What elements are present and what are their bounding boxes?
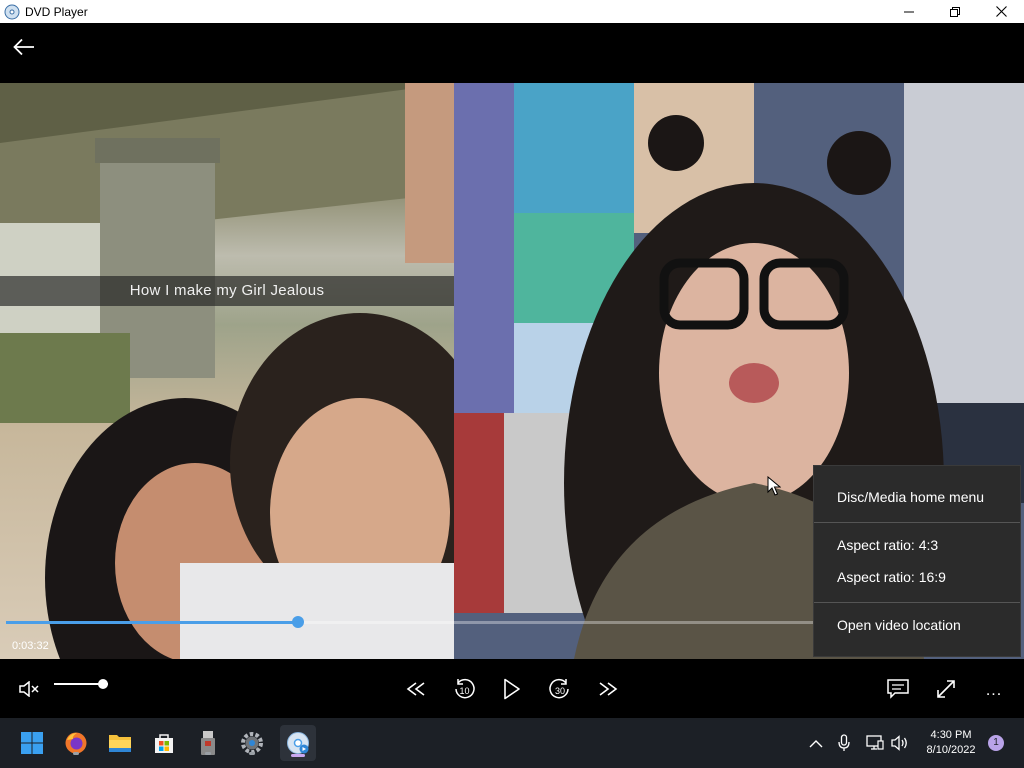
more-button[interactable]: ...	[976, 671, 1012, 707]
elapsed-time: 0:03:32	[12, 640, 49, 652]
rewind-10-label: 10	[459, 686, 469, 696]
taskbar-file-explorer[interactable]	[104, 727, 136, 759]
video-left-scene	[0, 83, 454, 659]
windows-start-icon	[21, 732, 43, 754]
back-arrow-icon	[13, 38, 34, 56]
subtitles-button[interactable]	[880, 671, 916, 707]
window-title: DVD Player	[25, 4, 88, 19]
fullscreen-icon	[937, 680, 955, 698]
active-indicator	[291, 754, 305, 757]
speaker-icon	[891, 735, 907, 751]
taskbar-store[interactable]	[148, 727, 180, 759]
fullscreen-button[interactable]	[928, 671, 964, 707]
forward-30-icon: 30	[549, 678, 569, 699]
notification-badge[interactable]: 1	[988, 735, 1004, 751]
player-header	[0, 23, 1024, 83]
menu-item-aspect-16-9[interactable]: Aspect ratio: 16:9	[814, 561, 1020, 593]
video-caption: How I make my Girl Jealous	[129, 282, 325, 299]
subtitles-icon	[887, 679, 909, 699]
network-icon	[866, 735, 884, 750]
forward-30-label: 30	[555, 686, 565, 696]
close-icon	[995, 6, 1007, 17]
running-indicator	[249, 752, 255, 755]
tray-volume[interactable]	[884, 727, 916, 759]
menu-separator	[814, 522, 1020, 523]
playback-controls: 10 30 ...	[0, 659, 1024, 718]
video-frame[interactable]: How I make my Girl Jealous 0:03:32 Disc/…	[0, 83, 1024, 659]
restore-button[interactable]	[932, 0, 978, 23]
more-icon: ...	[985, 682, 1003, 699]
tray-microphone[interactable]	[828, 727, 860, 759]
menu-item-home-menu[interactable]: Disc/Media home menu	[814, 481, 1020, 513]
start-button[interactable]	[16, 727, 48, 759]
taskbar-settings[interactable]	[236, 727, 268, 759]
minimize-icon	[904, 11, 914, 12]
seek-bar-fill	[6, 621, 299, 624]
menu-separator	[814, 602, 1020, 603]
chevron-up-icon	[809, 739, 823, 747]
menu-item-aspect-4-3[interactable]: Aspect ratio: 4:3	[814, 529, 1020, 561]
taskbar-firefox[interactable]	[60, 727, 92, 759]
tray-clock[interactable]: 4:30 PM 8/10/2022	[916, 728, 986, 758]
mute-button[interactable]	[11, 671, 47, 707]
disc-icon	[4, 4, 20, 19]
microsoft-store-icon	[155, 734, 173, 753]
running-indicator	[205, 752, 211, 755]
mouse-cursor-icon	[767, 476, 781, 496]
more-options-menu: Disc/Media home menu Aspect ratio: 4:3 A…	[813, 465, 1021, 657]
clock-time: 4:30 PM	[930, 729, 972, 741]
minimize-button[interactable]	[886, 0, 932, 23]
menu-item-open-location[interactable]: Open video location	[814, 609, 1020, 641]
mute-icon	[19, 681, 39, 697]
skip-back-icon	[406, 682, 425, 696]
play-icon	[504, 678, 520, 700]
play-button[interactable]	[494, 671, 530, 707]
skip-forward-icon	[599, 682, 618, 696]
skip-forward-button[interactable]	[590, 671, 626, 707]
dvd-player-icon	[287, 732, 309, 754]
back-button[interactable]	[8, 33, 40, 61]
close-button[interactable]	[978, 0, 1024, 23]
restore-icon	[950, 6, 960, 17]
taskbar-dvd-player[interactable]	[280, 725, 316, 761]
skip-back-button[interactable]	[398, 671, 434, 707]
title-bar: DVD Player	[0, 0, 1024, 23]
rewind-10-button[interactable]: 10	[446, 671, 482, 707]
running-indicator	[73, 752, 79, 755]
rewind-10-icon: 10	[455, 678, 475, 699]
file-explorer-icon	[109, 735, 131, 752]
left-scene-image	[0, 83, 454, 659]
clock-date: 8/10/2022	[926, 744, 976, 756]
forward-30-button[interactable]: 30	[542, 671, 578, 707]
taskbar: 4:30 PM 8/10/2022 1	[0, 718, 1024, 768]
taskbar-usb-drive[interactable]	[192, 727, 224, 759]
volume-slider-thumb[interactable]	[97, 679, 108, 689]
microphone-icon	[838, 734, 850, 751]
